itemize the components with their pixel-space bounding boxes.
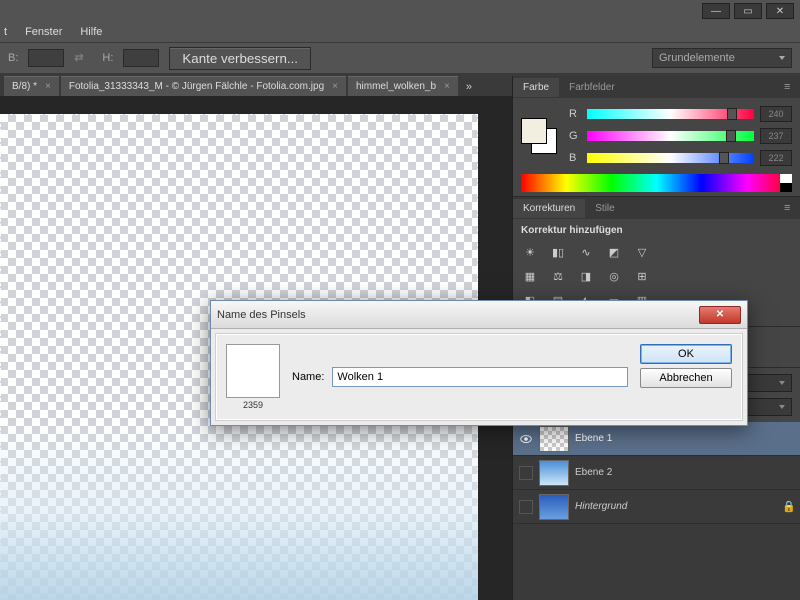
height-label: H: [102,52,113,64]
g-slider[interactable] [587,131,754,141]
minimize-button[interactable]: — [702,3,730,19]
color-spectrum[interactable] [521,174,792,192]
b-label: B [569,152,581,164]
tab-color[interactable]: Farbe [513,78,559,97]
balance-icon[interactable]: ⚖ [549,268,567,284]
b-value[interactable]: 222 [760,150,792,166]
r-slider[interactable] [587,109,754,119]
color-swatches[interactable] [521,118,557,154]
document-tab[interactable]: B/8) *× [4,76,59,96]
layer-name[interactable]: Ebene 2 [575,467,794,478]
layer-thumbnail[interactable] [539,460,569,486]
exposure-icon[interactable]: ◩ [605,244,623,260]
g-value[interactable]: 237 [760,128,792,144]
brightness-icon[interactable]: ☀ [521,244,539,260]
visibility-toggle[interactable] [519,466,533,480]
layer-thumbnail[interactable] [539,426,569,452]
tab-adjustments[interactable]: Korrekturen [513,199,585,218]
slider-thumb[interactable] [727,108,737,120]
slider-thumb[interactable] [719,152,729,164]
r-label: R [569,108,581,120]
layer-thumbnail[interactable] [539,494,569,520]
layer-name[interactable]: Hintergrund [575,501,776,512]
tab-styles[interactable]: Stile [585,199,624,218]
dialog-title: Name des Pinsels [217,309,699,321]
panel-menu-icon[interactable]: ≡ [784,202,800,214]
visibility-toggle[interactable] [519,500,533,514]
cancel-button[interactable]: Abbrechen [640,368,732,388]
dialog-titlebar[interactable]: Name des Pinsels ✕ [211,301,747,329]
layer-row[interactable]: Hintergrund 🔒 [513,490,800,524]
color-panel: R 240 G 237 B 222 [513,98,800,196]
brush-size-label: 2359 [243,400,263,410]
foreground-color[interactable] [521,118,547,144]
layer-row[interactable]: Ebene 1 [513,422,800,456]
bw-icon[interactable]: ◨ [577,268,595,284]
slider-thumb[interactable] [726,130,736,142]
chevron-down-icon [779,56,785,60]
width-input[interactable] [28,49,64,67]
menu-item[interactable]: Hilfe [80,26,102,38]
dialog-close-button[interactable]: ✕ [699,306,741,324]
channel-mixer-icon[interactable]: ⊞ [633,268,651,284]
layer-row[interactable]: Ebene 2 [513,456,800,490]
document-tab[interactable]: himmel_wolken_b× [348,76,458,96]
close-button[interactable]: ✕ [766,3,794,19]
adjust-title: Korrektur hinzufügen [521,225,792,236]
lock-icon: 🔒 [782,500,794,513]
close-icon[interactable]: × [45,81,51,92]
panel-menu-icon[interactable]: ≡ [784,81,800,93]
name-label: Name: [292,371,324,383]
b-slider[interactable] [587,153,754,163]
menu-item[interactable]: t [4,26,7,38]
brush-thumbnail [226,344,280,398]
maximize-button[interactable]: ▭ [734,3,762,19]
ok-button[interactable]: OK [640,344,732,364]
close-icon[interactable]: × [332,81,338,92]
document-tab[interactable]: Fotolia_31333343_M - © Jürgen Fälchle - … [61,76,346,96]
r-value[interactable]: 240 [760,106,792,122]
menu-item[interactable]: Fenster [25,26,62,38]
menubar: t Fenster Hilfe [0,22,800,42]
hue-icon[interactable]: ▦ [521,268,539,284]
close-icon[interactable]: × [444,81,450,92]
g-label: G [569,130,581,142]
refine-edge-button[interactable]: Kante verbessern... [169,47,311,70]
width-label: B: [8,52,18,64]
tab-overflow-button[interactable]: » [460,78,478,96]
brush-name-dialog: Name des Pinsels ✕ 2359 Name: OK Abbrech… [210,300,748,426]
layer-name[interactable]: Ebene 1 [575,433,794,444]
photo-filter-icon[interactable]: ◎ [605,268,623,284]
vibrance-icon[interactable]: ▽ [633,244,651,260]
swap-icon[interactable]: ⇄ [74,51,92,65]
curves-icon[interactable]: ∿ [577,244,595,260]
brush-name-input[interactable] [332,367,628,387]
height-input[interactable] [123,49,159,67]
layer-list: Ebene 1 Ebene 2 Hintergrund 🔒 [513,422,800,600]
levels-icon[interactable]: ▮▯ [549,244,567,260]
tab-swatches[interactable]: Farbfelder [559,78,625,97]
visibility-icon[interactable] [519,432,533,446]
options-bar: B: ⇄ H: Kante verbessern... Grundelement… [0,42,800,74]
workspace-selector[interactable]: Grundelemente [652,48,792,68]
workspace-label: Grundelemente [659,52,735,64]
